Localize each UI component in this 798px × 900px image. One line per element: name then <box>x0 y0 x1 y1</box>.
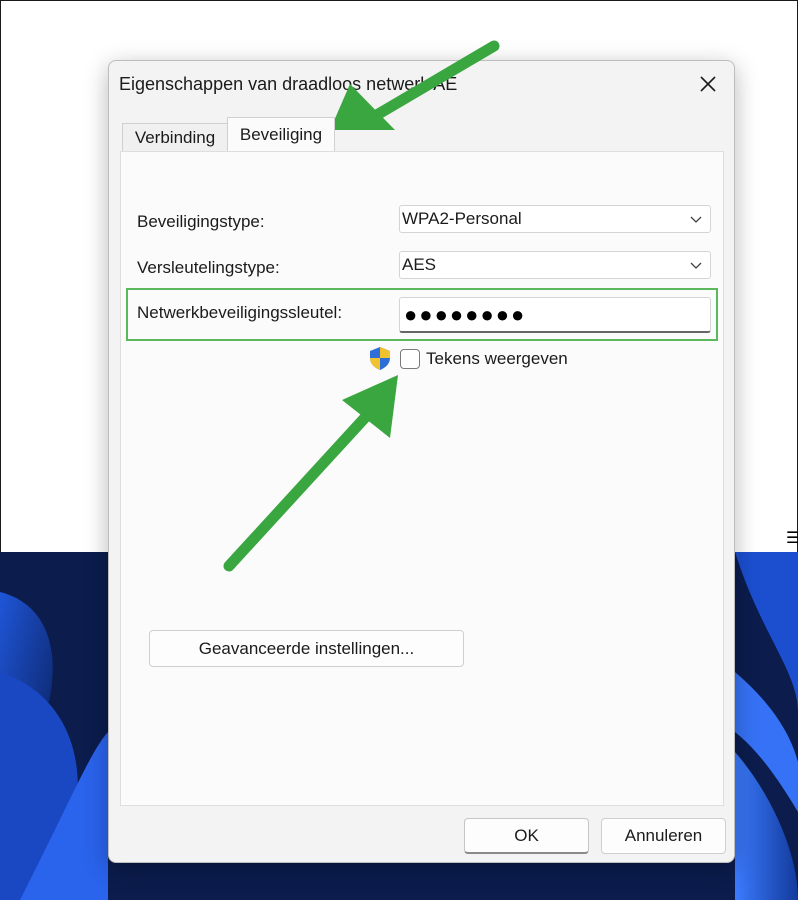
tab-verbinding[interactable]: Verbinding <box>122 123 228 151</box>
security-type-value: WPA2-Personal <box>402 209 522 228</box>
close-icon <box>700 76 716 92</box>
show-characters-checkbox[interactable] <box>400 349 420 369</box>
encryption-type-select[interactable]: AES <box>399 251 711 279</box>
show-characters-label[interactable]: Tekens weergeven <box>426 349 568 369</box>
security-panel: Beveiligingstype: WPA2-Personal Versleut… <box>120 151 724 806</box>
cancel-button[interactable]: Annuleren <box>601 818 726 854</box>
uac-shield-icon <box>370 347 390 370</box>
close-button[interactable] <box>693 69 723 99</box>
chevron-down-icon <box>690 216 702 223</box>
network-key-input[interactable]: ●●●●●●●● <box>399 297 711 333</box>
hamburger-icon: ☰ <box>786 530 798 547</box>
tab-beveiliging[interactable]: Beveiliging <box>227 117 335 151</box>
security-type-select[interactable]: WPA2-Personal <box>399 205 711 233</box>
network-key-label: Netwerkbeveiligingssleutel: <box>137 303 343 322</box>
advanced-settings-button[interactable]: Geavanceerde instellingen... <box>149 630 464 667</box>
ok-button[interactable]: OK <box>464 818 589 854</box>
dialog-title: Eigenschappen van draadloos netwerk AE <box>119 74 458 94</box>
security-type-label: Beveiligingstype: <box>137 212 265 231</box>
chevron-down-icon <box>690 262 702 269</box>
encryption-type-value: AES <box>402 255 437 274</box>
wireless-properties-dialog: Eigenschappen van draadloos netwerk AE V… <box>108 60 735 863</box>
encryption-type-label: Versleutelingstype: <box>137 258 280 277</box>
